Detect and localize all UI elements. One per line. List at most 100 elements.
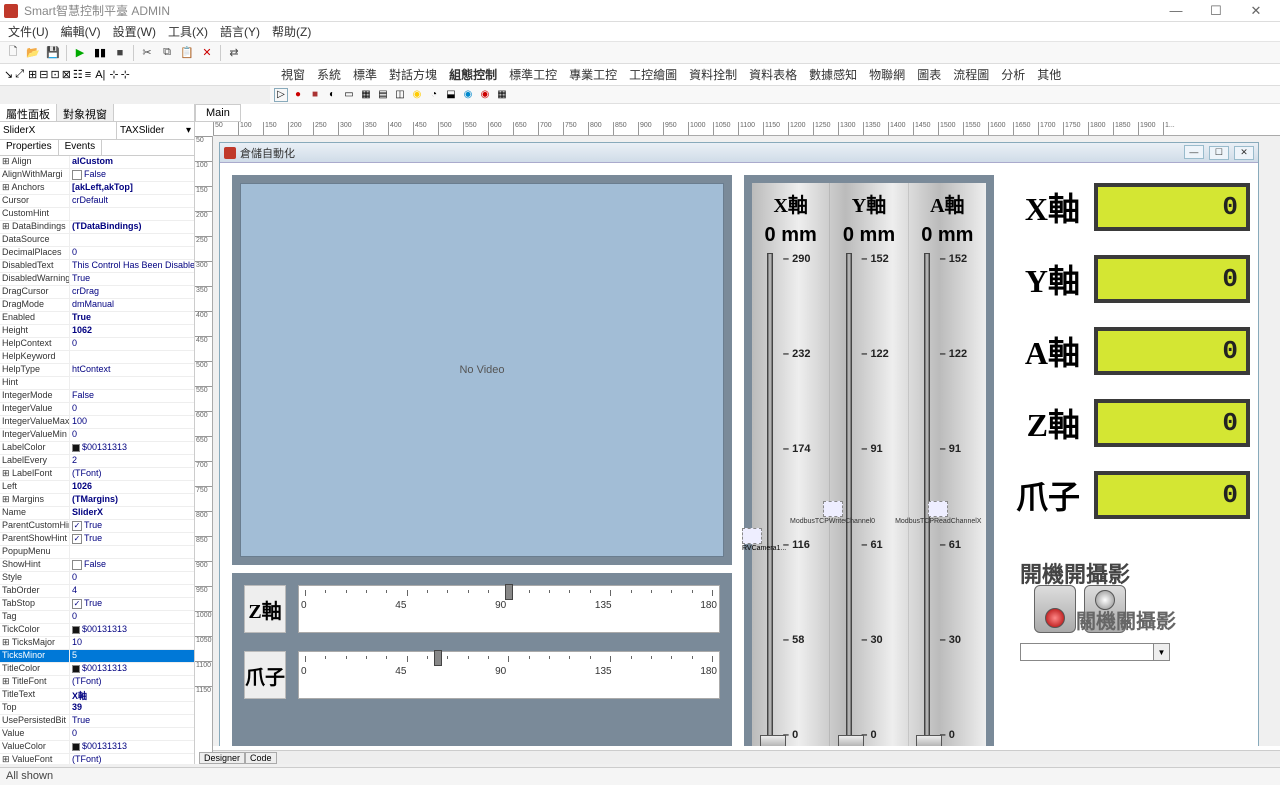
palette-tab[interactable]: 標準工控 (506, 65, 560, 84)
tool-icon[interactable]: ⊹ (109, 68, 118, 81)
tool-icon[interactable]: ⊡ (50, 68, 59, 81)
modbus-components[interactable]: ModbusTCPWriteChannel0 ModbusTCPReadChan… (790, 501, 981, 525)
slider-thumb[interactable] (434, 650, 442, 666)
palette-tab[interactable]: 工控繪圖 (626, 65, 680, 84)
minimize-button[interactable]: — (1156, 0, 1196, 22)
hslider-track[interactable]: 04590135180 (298, 585, 720, 633)
palette-tab[interactable]: 系統 (314, 65, 344, 84)
tool-icon[interactable]: ⊠ (62, 68, 71, 81)
menu-file[interactable]: 文件(U) (4, 23, 53, 40)
new-file-icon[interactable]: 🗋 (4, 44, 22, 62)
component-icon[interactable]: ⬓ (444, 88, 458, 102)
component-icon[interactable]: ◉ (478, 88, 492, 102)
save-file-icon[interactable]: 💾 (44, 44, 62, 62)
pause-icon[interactable]: ▮▮ (91, 44, 109, 62)
paste-icon[interactable]: 📋 (178, 44, 196, 62)
rvcamera-component[interactable]: RVCamera1... (742, 528, 786, 552)
panel-tab-properties[interactable]: 屬性面板 (0, 104, 57, 121)
vslider-column[interactable]: Y軸0 mm1521229161300 (830, 183, 908, 746)
palette-tab[interactable]: 標準 (350, 65, 380, 84)
palette-tab[interactable]: 流程圖 (950, 65, 992, 84)
object-name-input[interactable] (0, 122, 116, 139)
horizontal-scrollbar[interactable] (213, 750, 1280, 764)
tool-icon[interactable]: ⊞ (28, 68, 37, 81)
modbus-write-icon[interactable] (823, 501, 843, 517)
palette-tab[interactable]: 圖表 (914, 65, 944, 84)
vslider-column[interactable]: X軸0 mm290232174116580 (752, 183, 830, 746)
combo-box[interactable]: ▼ (1020, 643, 1170, 661)
form-window[interactable]: 倉儲自動化 — ☐ ✕ No Video Z軸04590135180爪子0459… (219, 142, 1259, 746)
maximize-button[interactable]: ☐ (1196, 0, 1236, 22)
menu-help[interactable]: 帮助(Z) (268, 23, 315, 40)
form-maximize-icon[interactable]: ☐ (1209, 146, 1229, 160)
tool-icon[interactable]: ☷ (73, 68, 83, 81)
component-icon[interactable]: ◉ (410, 88, 424, 102)
palette-tab[interactable]: 對話方塊 (386, 65, 440, 84)
status-bar: All shown (0, 767, 1280, 785)
open-file-icon[interactable]: 📂 (24, 44, 42, 62)
design-tab-main[interactable]: Main (195, 104, 241, 122)
menu-tools[interactable]: 工具(X) (164, 23, 212, 40)
stop-icon[interactable]: ■ (111, 44, 129, 62)
close-button[interactable]: ✕ (1236, 0, 1276, 22)
power-switch[interactable] (1034, 585, 1076, 633)
component-icon[interactable]: ◐ (325, 88, 339, 102)
property-grid[interactable]: ⊞ AlignalCustom AlignWithMargiFalse⊞ Anc… (0, 156, 194, 764)
tool-icon[interactable]: A| (95, 69, 105, 81)
delete-icon[interactable]: ✕ (198, 44, 216, 62)
form-close-icon[interactable]: ✕ (1234, 146, 1254, 160)
run-icon[interactable]: ▶ (71, 44, 89, 62)
menu-edit[interactable]: 編輯(V) (57, 23, 105, 40)
form-titlebar[interactable]: 倉儲自動化 — ☐ ✕ (220, 143, 1258, 163)
slider-thumb[interactable] (760, 735, 786, 746)
palette-tab[interactable]: 資料拴制 (686, 65, 740, 84)
menu-settings[interactable]: 設置(W) (109, 23, 160, 40)
tab-events[interactable]: Events (59, 140, 103, 155)
slider-thumb[interactable] (838, 735, 864, 746)
object-type-dropdown[interactable]: TAXSlider▾ (116, 122, 194, 139)
component-palette-tabs: 視窗 系統 標準 對話方塊 組態控制 標準工控 專業工控 工控繪圖 資料拴制 資… (270, 65, 1072, 84)
component-icon[interactable]: ▭ (342, 88, 356, 102)
component-icon[interactable]: ▦ (359, 88, 373, 102)
camera-icon[interactable] (742, 528, 762, 544)
tool-icon[interactable]: ⤢ (15, 68, 24, 81)
component-icon[interactable]: ● (291, 88, 305, 102)
tab-designer[interactable]: Designer (199, 752, 245, 764)
tool-icon[interactable]: ⊹ (121, 68, 130, 81)
component-icon[interactable]: ▦ (495, 88, 509, 102)
design-canvas[interactable]: 倉儲自動化 — ☐ ✕ No Video Z軸04590135180爪子0459… (213, 136, 1280, 746)
copy-icon[interactable]: ⧉ (158, 44, 176, 62)
palette-tab[interactable]: 分析 (998, 65, 1028, 84)
component-icon[interactable]: ◔ (427, 88, 441, 102)
readout-label: 爪子 (1010, 472, 1080, 518)
modbus-read-icon[interactable] (928, 501, 948, 517)
palette-tab[interactable]: 資料表格 (746, 65, 800, 84)
component-icon[interactable]: ◫ (393, 88, 407, 102)
form-icon (224, 147, 236, 159)
tool-icon[interactable]: ≡ (85, 69, 91, 81)
palette-tab-active[interactable]: 組態控制 (446, 65, 500, 84)
component-icon[interactable]: ■ (308, 88, 322, 102)
palette-tab[interactable]: 視窗 (278, 65, 308, 84)
vslider-column[interactable]: A軸0 mm1521229161300 (909, 183, 986, 746)
tool-icon[interactable]: ↘ (4, 68, 13, 81)
video-panel[interactable]: No Video (232, 175, 732, 565)
palette-tab[interactable]: 物聯網 (866, 65, 908, 84)
component-selector-icon[interactable]: ▷ (274, 88, 288, 102)
panel-tab-object[interactable]: 對象視窗 (57, 104, 114, 121)
component-icon[interactable]: ◉ (461, 88, 475, 102)
tool-icon[interactable]: ⊟ (39, 68, 48, 81)
palette-tab[interactable]: 數據感知 (806, 65, 860, 84)
form-minimize-icon[interactable]: — (1184, 145, 1204, 159)
link-icon[interactable]: ⇄ (225, 44, 243, 62)
tab-code[interactable]: Code (245, 752, 277, 764)
menu-language[interactable]: 語言(Y) (216, 23, 264, 40)
slider-thumb[interactable] (916, 735, 942, 746)
palette-tab[interactable]: 其他 (1034, 65, 1064, 84)
cut-icon[interactable]: ✂ (138, 44, 156, 62)
palette-tab[interactable]: 專業工控 (566, 65, 620, 84)
slider-thumb[interactable] (505, 584, 513, 600)
hslider-track[interactable]: 04590135180 (298, 651, 720, 699)
tab-properties[interactable]: Properties (0, 140, 59, 155)
component-icon[interactable]: ▤ (376, 88, 390, 102)
